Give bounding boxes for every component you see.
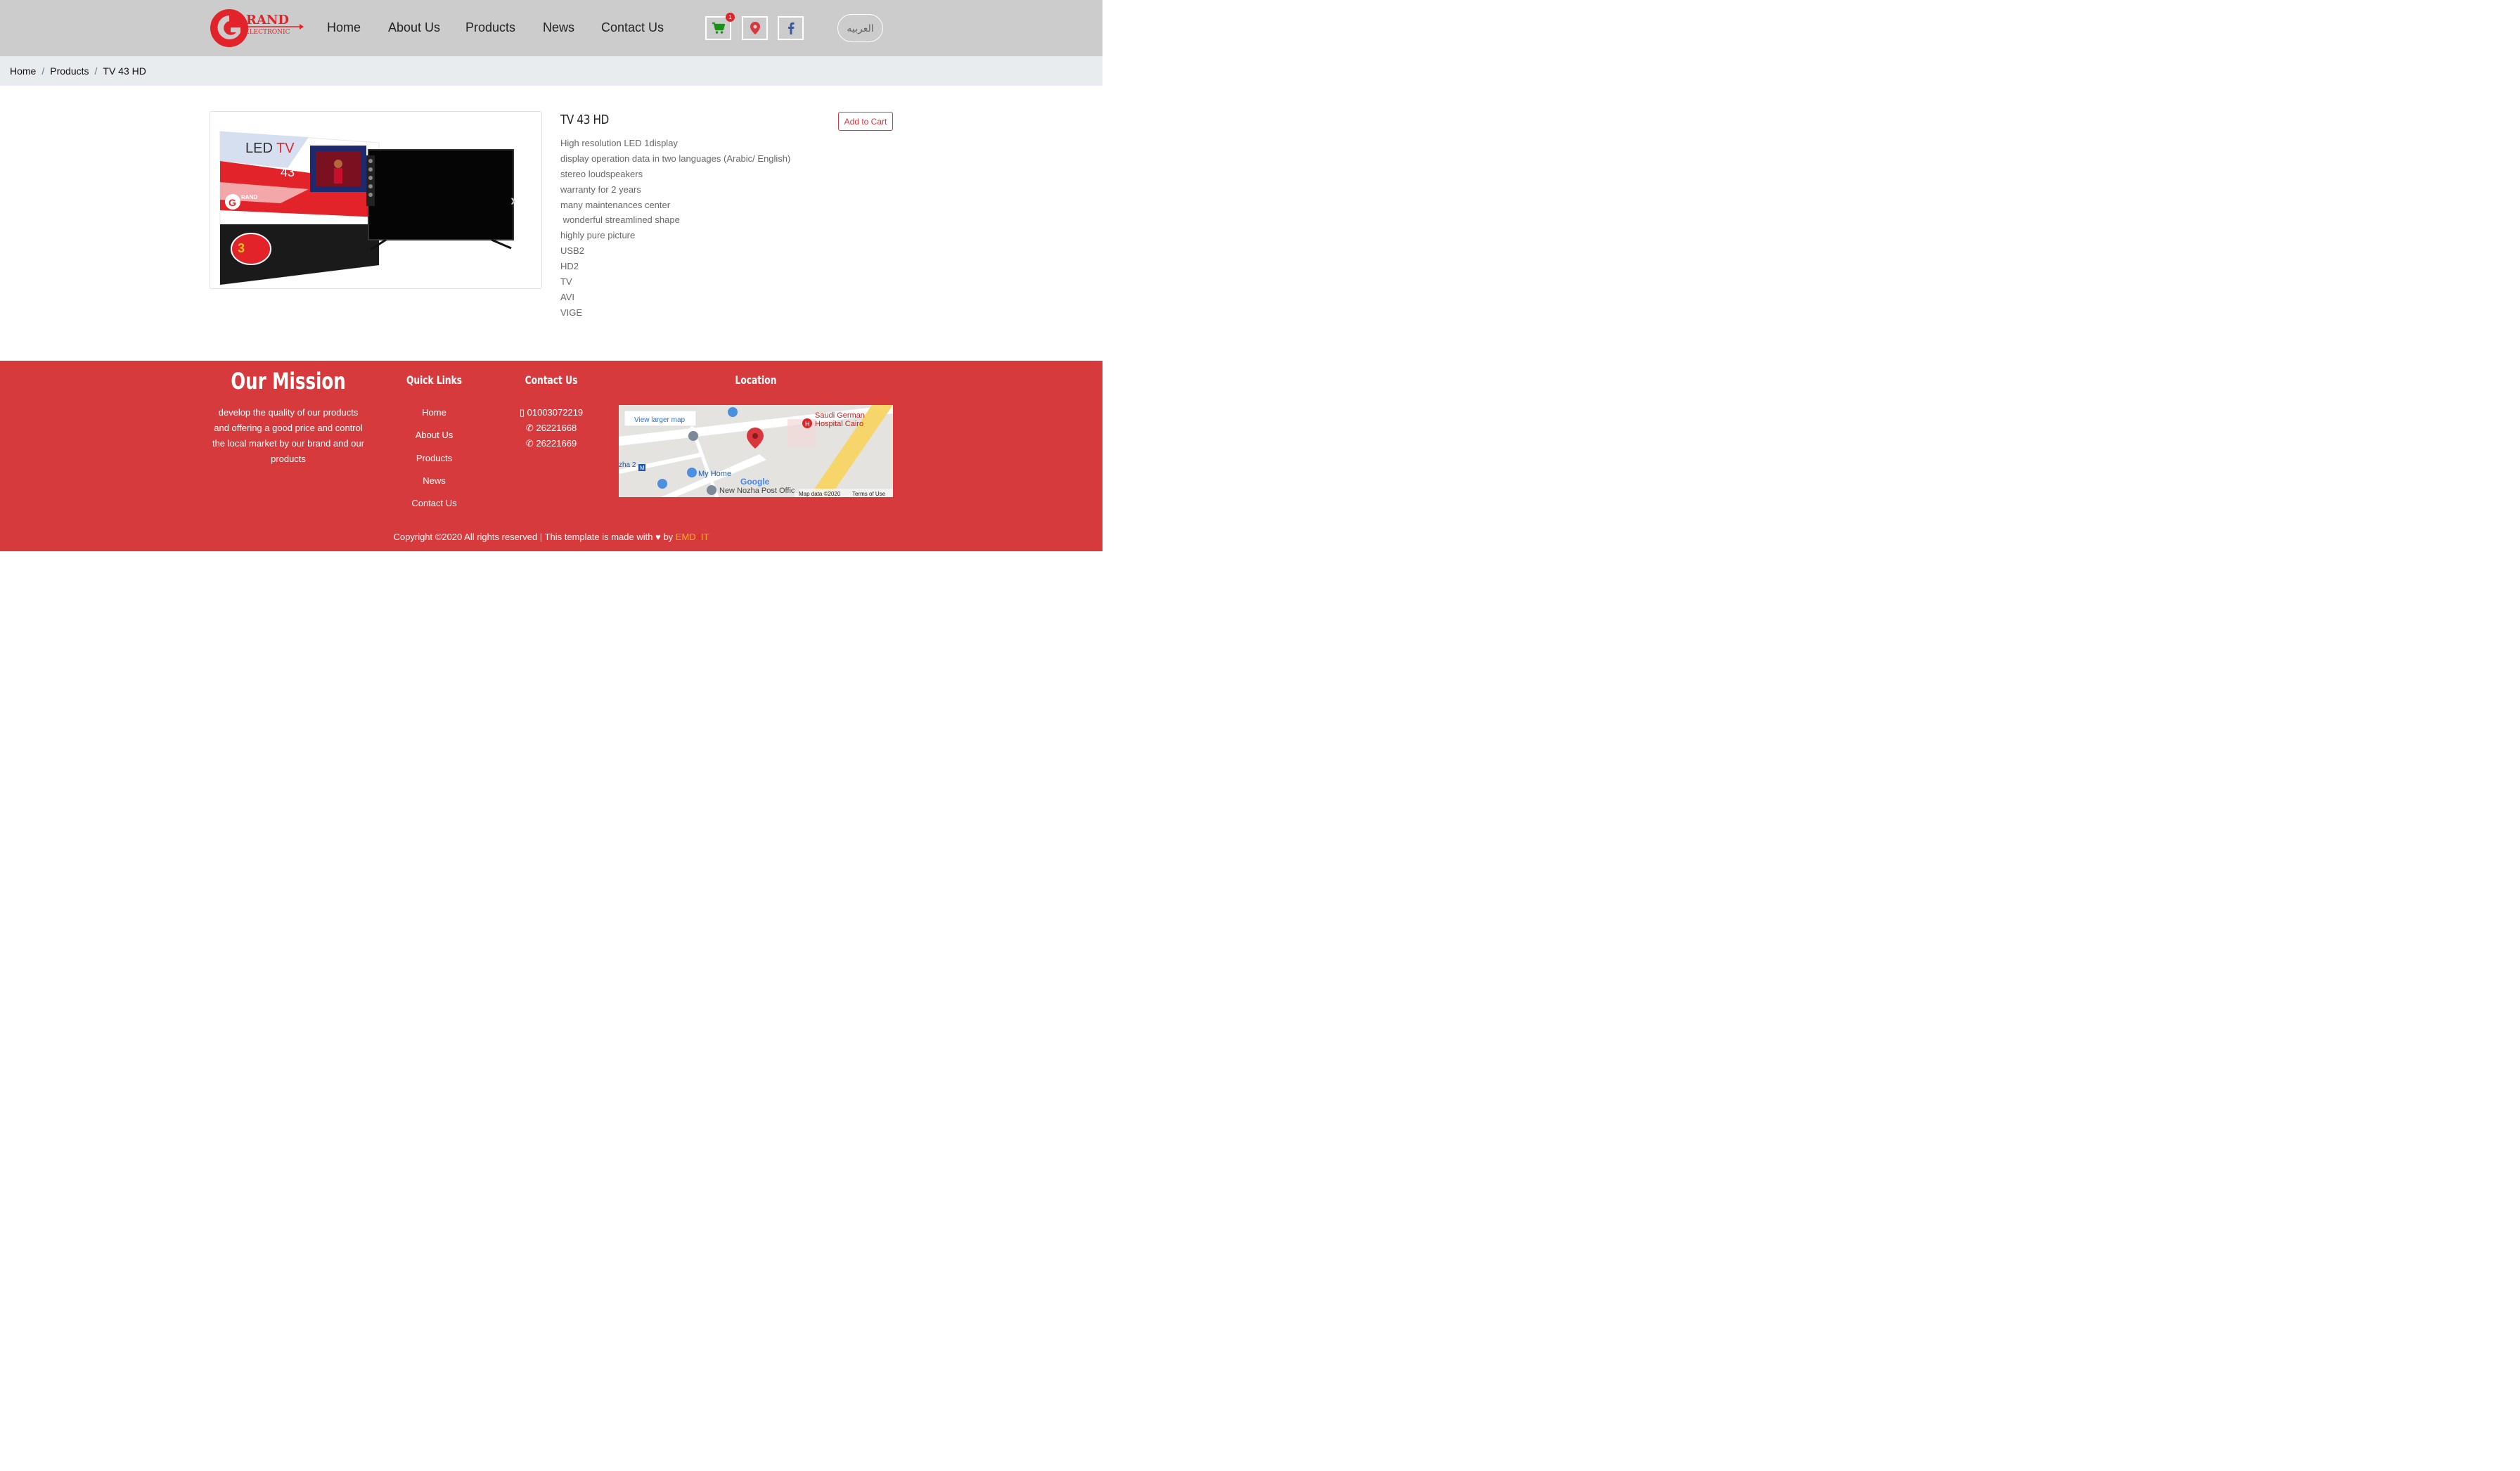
contact-mobile: ▯ 01003072219 (503, 407, 600, 418)
location-pin-icon (750, 22, 760, 34)
copyright-by: by (663, 532, 674, 542)
product-title: TV 43 HD (560, 113, 609, 127)
footer-link-news[interactable]: News (394, 475, 475, 486)
view-larger-map-link[interactable]: View larger map (634, 416, 686, 424)
navbar: RAND ELECTRONIC Home About Us Products N… (0, 0, 1102, 56)
feature-item: AVI (560, 291, 574, 302)
feature-item: display operation data in two languages … (560, 153, 791, 164)
nav-news[interactable]: News (543, 20, 574, 35)
feature-item: warranty for 2 years (560, 184, 641, 195)
map-data-text: Map data ©2020 (799, 491, 841, 497)
box-led-text: LED (245, 141, 273, 156)
box-tv-text: TV (276, 141, 295, 156)
location-map[interactable]: H M View larger map Saudi German Hospita… (619, 405, 893, 497)
map-terms-link[interactable]: Terms of Use (852, 491, 886, 497)
contact-mobile-number: 01003072219 (527, 407, 584, 418)
cart-button[interactable]: 1 (705, 13, 735, 40)
feature-item: highly pure picture (560, 230, 636, 241)
grand-electronic-logo[interactable]: RAND ELECTRONIC (210, 7, 304, 49)
breadcrumb-separator: / (41, 65, 45, 77)
breadcrumb-products[interactable]: Products (50, 65, 89, 77)
box-size-text: 43 (281, 165, 295, 179)
map-label-my-home: My Home (698, 470, 731, 478)
breadcrumb: Home / Products / TV 43 HD (0, 56, 1102, 86)
facebook-button[interactable] (778, 16, 804, 40)
emd4it-link[interactable]: EMD4IT (676, 532, 709, 542)
feature-item: HD2 (560, 261, 579, 272)
contact-phone-number: 26221668 (536, 423, 577, 433)
cart-count-badge: 1 (726, 13, 735, 22)
map-label-post-office: New Nozha Post Office (719, 487, 799, 495)
mission-title: Our Mission (231, 368, 346, 394)
facebook-icon (788, 22, 794, 34)
feature-item: stereo loudspeakers (560, 168, 643, 179)
product-features-list: High resolution LED 1display display ope… (560, 136, 790, 321)
nav-products[interactable]: Products (465, 20, 515, 35)
contact-phone-number: 26221669 (536, 438, 577, 449)
feature-item: TV (560, 276, 572, 288)
svg-text:3: 3 (238, 241, 245, 255)
map-graphic: H M View larger map Saudi German Hospita… (619, 405, 893, 497)
heart-icon: ♥ (655, 532, 661, 542)
feature-item: wonderful streamlined shape (560, 214, 680, 226)
nav-about-us[interactable]: About Us (388, 20, 440, 35)
contact-phone-1: ✆ 26221668 (503, 423, 600, 434)
svg-text:RAND: RAND (246, 13, 289, 27)
footer: Our Mission develop the quality of our p… (0, 361, 1102, 551)
svg-text:M: M (640, 465, 645, 471)
phone-icon: ✆ (525, 423, 534, 433)
google-logo: Google (740, 477, 770, 487)
footer-link-home[interactable]: Home (394, 407, 475, 418)
svg-text:G: G (229, 197, 236, 208)
footer-link-products[interactable]: Products (394, 453, 475, 463)
phone-icon: ✆ (525, 438, 534, 449)
svg-text:ELECTRONIC: ELECTRONIC (245, 29, 290, 36)
map-label-nozha: zha 2 (619, 461, 636, 469)
feature-item: VIGE (560, 307, 583, 318)
contact-phone-2: ✆ 26221669 (503, 438, 600, 449)
breadcrumb-home[interactable]: Home (10, 65, 36, 77)
breadcrumb-separator: / (94, 65, 98, 77)
mission-text: develop the quality of our products and … (212, 407, 365, 464)
add-to-cart-button[interactable]: Add to Cart (838, 112, 893, 131)
language-toggle[interactable]: العربيه (837, 14, 883, 42)
nav-home[interactable]: Home (327, 20, 361, 35)
product-image: LED TV 43 G RAND 3 (210, 112, 541, 288)
map-label-hospital-2: Hospital Cairo (815, 420, 863, 428)
quick-links-title: Quick Links (406, 373, 463, 387)
copyright: Copyright ©2020 All rights reserved | Th… (0, 532, 1102, 542)
feature-item: High resolution LED 1display (560, 138, 678, 148)
location-button[interactable] (742, 16, 768, 40)
product-image-carousel[interactable]: LED TV 43 G RAND 3 (210, 111, 542, 289)
box-brand-text: RAND (241, 194, 257, 200)
cart-icon (712, 22, 725, 34)
contact-title: Contact Us (525, 373, 578, 387)
svg-text:H: H (805, 420, 810, 428)
footer-link-contact-us[interactable]: Contact Us (394, 498, 475, 508)
carousel-next-arrow-icon[interactable]: › (510, 191, 515, 210)
feature-item: many maintenances center (560, 199, 671, 210)
mobile-icon: ▯ (519, 407, 525, 418)
footer-link-about-us[interactable]: About Us (394, 430, 475, 440)
nav-contact-us[interactable]: Contact Us (601, 20, 664, 35)
feature-item: USB2 (560, 245, 584, 257)
location-title: Location (735, 373, 777, 387)
breadcrumb-current: TV 43 HD (103, 65, 146, 77)
map-label-hospital: Saudi German (815, 411, 865, 420)
copyright-text: Copyright ©2020 All rights reserved | Th… (393, 532, 653, 542)
